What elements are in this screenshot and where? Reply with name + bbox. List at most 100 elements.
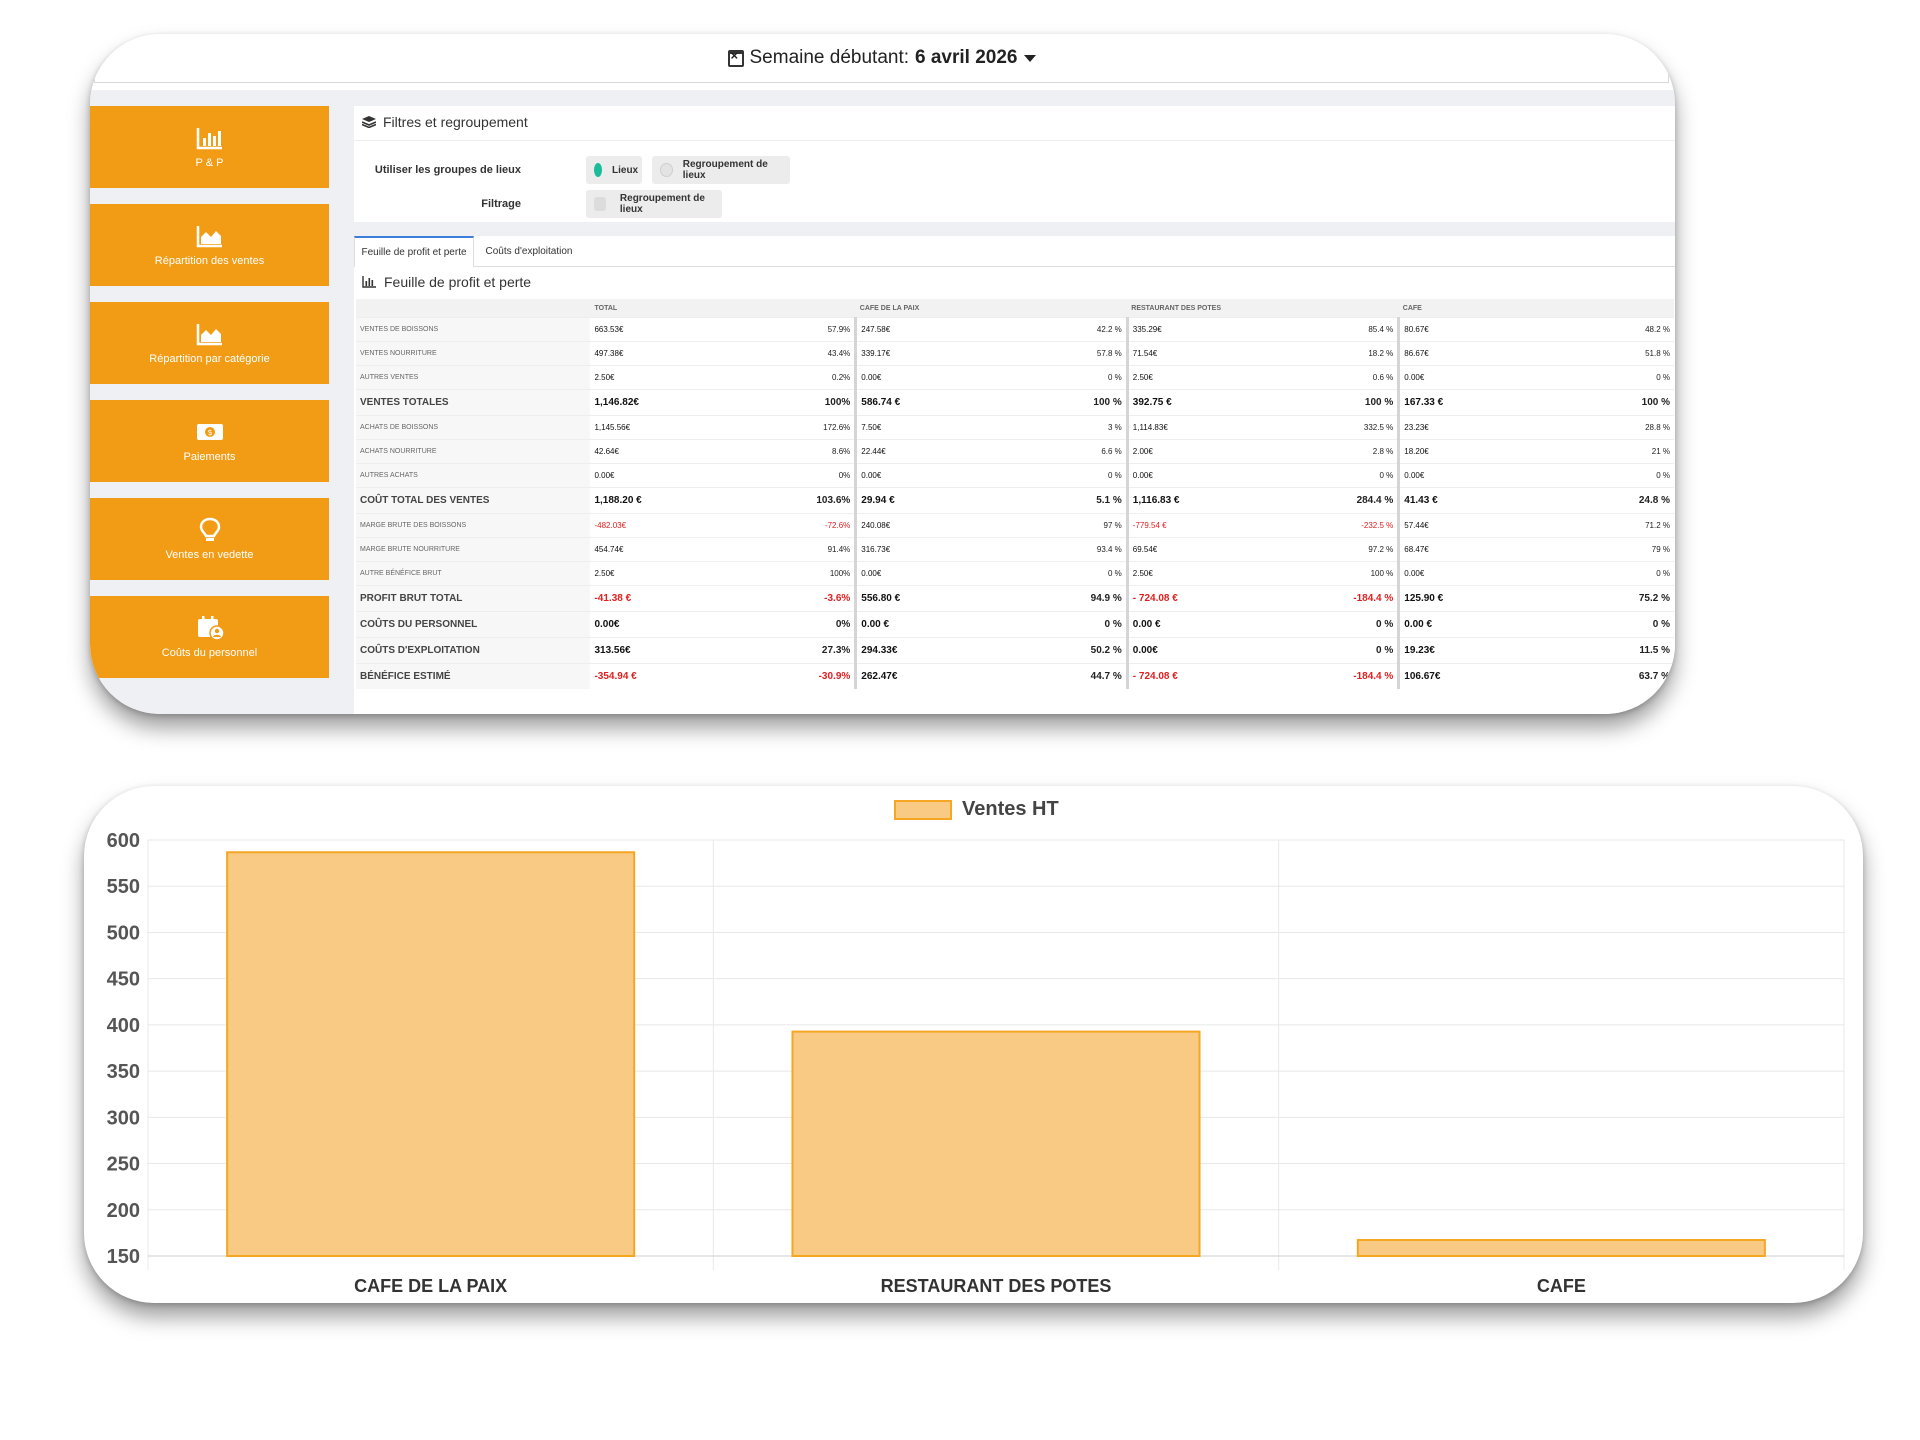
cell-percent: 48.2 % xyxy=(1503,317,1674,342)
column-header: TOTAL xyxy=(590,299,856,318)
cell-value: - 724.08 € xyxy=(1127,585,1233,612)
sidebar-item-label: P & P xyxy=(195,157,224,169)
row-label: COÛT TOTAL DES VENTES xyxy=(356,487,591,514)
cell-value: 19.23€ xyxy=(1398,637,1504,664)
cell-value: 316.73€ xyxy=(855,537,961,562)
row-label: PROFIT BRUT TOTAL xyxy=(356,585,591,612)
cell-value: 86.67€ xyxy=(1398,341,1504,366)
y-tick-label: 550 xyxy=(107,876,140,898)
cell-percent: 18.2 % xyxy=(1232,341,1401,366)
pl-title: Feuille de profit et perte xyxy=(384,274,532,290)
row-label: Achats de boissons xyxy=(356,415,591,440)
cell-percent: 0 % xyxy=(960,463,1129,488)
cell-value: 663.53€ xyxy=(590,317,696,342)
pl-table-body: Ventes de boissons 663.53€ 57.9% 247.58€ 42.… xyxy=(356,317,1674,689)
table-row: Autres achats 0.00€ 0% 0.00€ 0 % 0.00€ 0 % 0.00… xyxy=(356,463,1674,488)
filter-checkbox[interactable]: Regroupement de lieux xyxy=(586,190,722,218)
cell-value: 2.50€ xyxy=(590,365,696,390)
cell-percent: 51.8 % xyxy=(1503,341,1674,366)
cell-percent: 97 % xyxy=(960,513,1129,538)
radio-regroupement-label: Regroupement de lieux xyxy=(682,159,768,181)
cell-percent: 0.6 % xyxy=(1232,365,1401,390)
table-row: Marge brute des boissons -482.03€ -72.6% 24… xyxy=(356,513,1674,538)
bar xyxy=(1356,1238,1766,1257)
cell-percent: 100 % xyxy=(1232,389,1401,416)
cell-percent: 0% xyxy=(695,463,858,488)
cell-percent: -3.6% xyxy=(695,585,858,612)
cell-value: 80.67€ xyxy=(1398,317,1504,342)
sidebar-item-label: Répartition des ventes xyxy=(154,255,265,267)
row-label: Marge brute des boissons xyxy=(356,513,591,538)
cell-value: 2.00€ xyxy=(1127,439,1233,464)
cell-percent: 0 % xyxy=(1232,463,1401,488)
cell-value: 1,116.83 € xyxy=(1127,487,1233,514)
cell-percent: 332.5 % xyxy=(1232,415,1401,440)
cell-value: 335.29€ xyxy=(1127,317,1233,342)
filters-header: Filtres et regroupement xyxy=(362,114,528,130)
cell-percent: 44.7 % xyxy=(960,663,1129,689)
main-content: Filtres et regroupement Utiliser les gro… xyxy=(354,106,1675,714)
cell-value: 18.20€ xyxy=(1398,439,1504,464)
y-tick-label: 150 xyxy=(107,1246,140,1268)
y-tick-label: 400 xyxy=(107,1015,140,1037)
row-label: Marge brute nourriture xyxy=(356,537,591,562)
table-row: BÉNÉFICE ESTIMÉ -354.94 € -30.9% 262.47€ 44.… xyxy=(356,663,1674,689)
cell-value: 339.17€ xyxy=(855,341,961,366)
cell-percent: 75.2 % xyxy=(1503,585,1674,612)
sidebar-item-ventes-vedette[interactable]: Ventes en vedette xyxy=(90,498,329,580)
radio-regroupement[interactable]: Regroupement de lieux xyxy=(652,156,790,184)
sidebar-item-repartition-categorie[interactable]: Répartition par catégorie xyxy=(90,302,329,384)
week-prefix: Semaine débutant: xyxy=(749,47,910,68)
cell-value: 454.74€ xyxy=(590,537,696,562)
cell-value: - 724.08 € xyxy=(1127,663,1233,689)
tab-profit-perte[interactable]: Feuille de profit et perte xyxy=(354,236,474,267)
cell-percent: 8.6% xyxy=(695,439,858,464)
table-row: PROFIT BRUT TOTAL -41.38 € -3.6% 556.80 €94… xyxy=(356,585,1674,612)
cell-value: 0.00€ xyxy=(590,611,696,638)
cell-percent: 93.4 % xyxy=(960,537,1129,562)
cell-percent: 2.8 % xyxy=(1232,439,1401,464)
cell-percent: 0 % xyxy=(960,365,1129,390)
bar xyxy=(226,851,636,1257)
checkbox-icon xyxy=(594,197,606,211)
sidebar-item-couts-personnel[interactable]: Coûts du personnel xyxy=(90,596,329,678)
filters-title: Filtres et regroupement xyxy=(383,114,528,130)
cell-percent: 100% xyxy=(695,389,858,416)
table-row: Achats nourriture 42.64€ 8.6% 22.44€ 6.6 % 2.… xyxy=(356,439,1674,464)
cell-percent: 21 % xyxy=(1503,439,1674,464)
cell-value: 23.23€ xyxy=(1398,415,1504,440)
y-tick-label: 450 xyxy=(107,969,140,991)
row-label: Autres achats xyxy=(356,463,591,488)
row-label: COÛTS D'EXPLOITATION xyxy=(356,637,591,664)
row-label: COÛTS DU PERSONNEL xyxy=(356,611,591,638)
x-tick-label: RESTAURANT DES POTES xyxy=(881,1276,1112,1296)
tab-couts-exploitation[interactable]: Coûts d'exploitation xyxy=(474,236,584,266)
week-selector[interactable]: Semaine débutant: 6 avril 2026 xyxy=(94,34,1669,83)
cell-value: 313.56€ xyxy=(590,637,696,664)
radio-lieux-label: Lieux xyxy=(612,164,639,176)
filter-label: Filtrage xyxy=(481,198,521,210)
cell-value: 0.00 € xyxy=(1398,611,1504,638)
table-row: Marge brute nourriture 454.74€ 91.4% 316.73… xyxy=(356,537,1674,562)
table-row: Autre bénéfice brut 2.50€ 100% 0.00€ 0 % 2.50… xyxy=(356,561,1674,586)
column-header: RESTAURANT DES POTES xyxy=(1127,299,1399,318)
cell-percent: 5.1 % xyxy=(960,487,1129,514)
cell-percent: 0.2% xyxy=(695,365,858,390)
table-row: VENTES TOTALES 1,146.82€ 100% 586.74 €100 %… xyxy=(356,389,1674,416)
y-tick-label: 300 xyxy=(107,1107,140,1129)
sidebar-item-repartition-ventes[interactable]: Répartition des ventes xyxy=(90,204,329,286)
radio-lieux[interactable]: Lieux xyxy=(586,156,642,184)
table-row: COÛT TOTAL DES VENTES 1,188.20 €103.6% 29.… xyxy=(356,487,1674,514)
cell-value: 0.00€ xyxy=(590,463,696,488)
cell-percent: 57.9% xyxy=(695,317,858,342)
layers-icon xyxy=(362,116,376,128)
sidebar-item-pp[interactable]: P & P xyxy=(90,106,329,188)
cell-percent: 28.8 % xyxy=(1503,415,1674,440)
sidebar-item-paiements[interactable]: $ Paiements xyxy=(90,400,329,482)
cell-value: 556.80 € xyxy=(855,585,961,612)
cell-value: 29.94 € xyxy=(855,487,961,514)
row-label: BÉNÉFICE ESTIMÉ xyxy=(356,663,591,689)
cell-percent: 24.8 % xyxy=(1503,487,1674,514)
pl-table: TOTAL CAFE DE LA PAIX RESTAURANT DES POT… xyxy=(356,299,1674,689)
tab-bar: Feuille de profit et perte Coûts d'explo… xyxy=(354,236,1675,267)
